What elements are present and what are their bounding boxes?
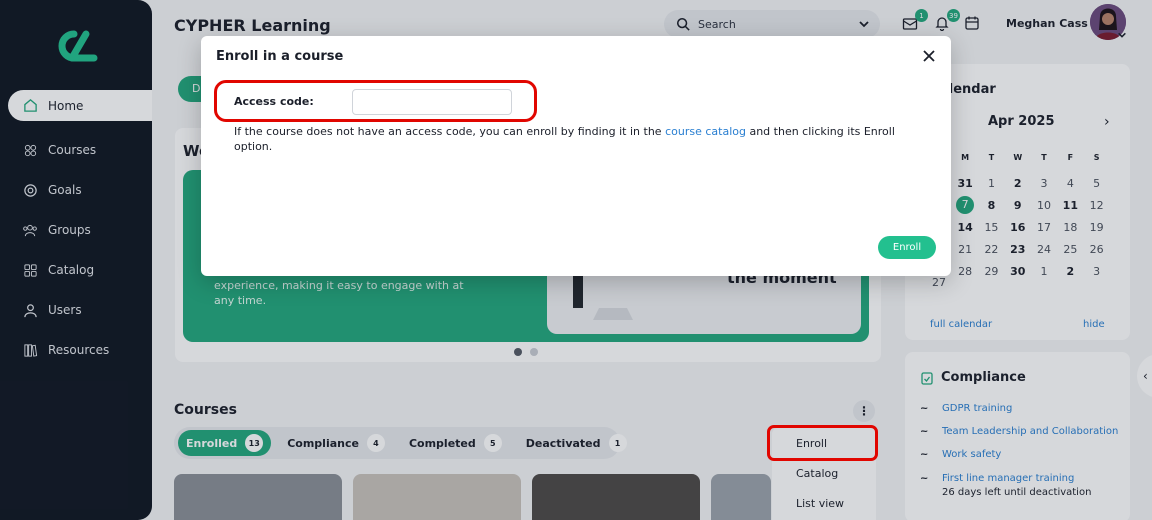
access-code-highlight (214, 80, 537, 122)
help-text: If the course does not have an access co… (234, 124, 914, 154)
enroll-highlight (767, 425, 878, 461)
enroll-dialog: Enroll in a course Access code: If the c… (201, 36, 951, 276)
course-catalog-link[interactable]: course catalog (665, 125, 746, 138)
help-text-before: If the course does not have an access co… (234, 125, 666, 138)
close-icon[interactable] (921, 48, 937, 64)
enroll-button[interactable]: Enroll (878, 236, 936, 259)
dialog-title: Enroll in a course (216, 49, 344, 64)
